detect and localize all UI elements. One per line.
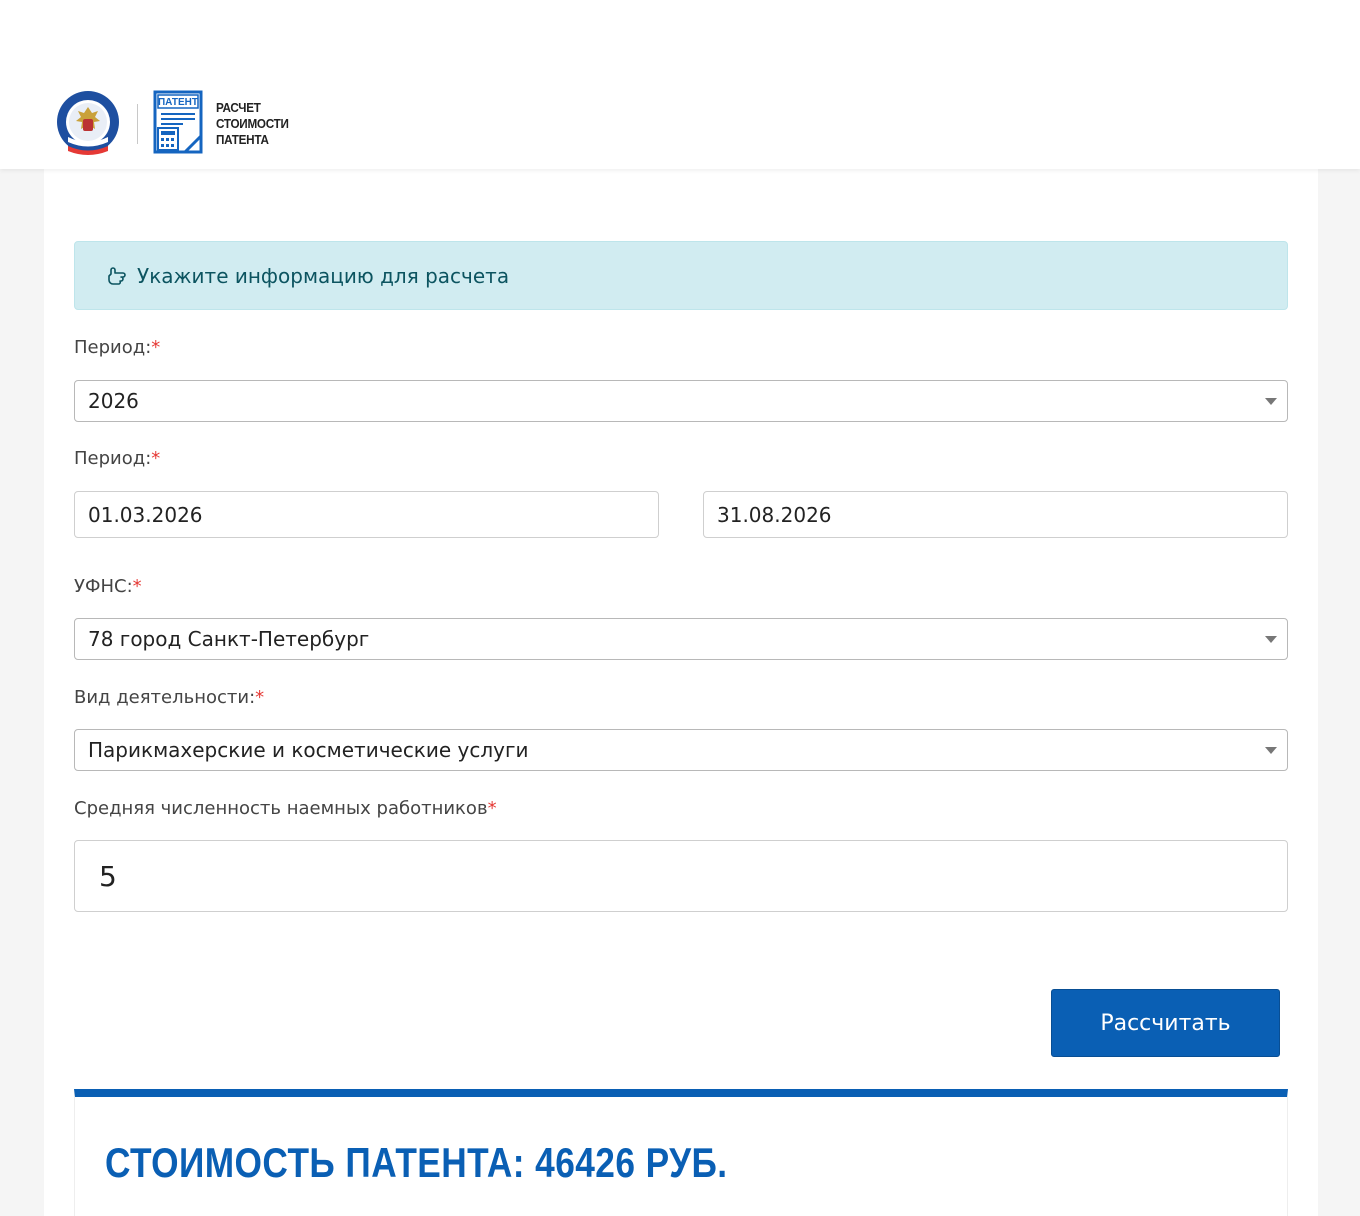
logo-line-3: ПАТЕНТА: [216, 132, 289, 148]
patent-document-icon: ПАТЕНТ: [153, 90, 205, 156]
required-mark: *: [255, 687, 264, 708]
ufns-select[interactable]: 78 город Санкт-Петербург: [74, 618, 1288, 660]
fns-emblem-icon[interactable]: [56, 89, 120, 157]
year-select-value: 2026: [88, 389, 139, 413]
required-mark: *: [133, 576, 142, 597]
required-mark: *: [151, 337, 160, 358]
alert-text: Укажите информацию для расчета: [137, 264, 509, 288]
hand-pointing-icon: [105, 264, 129, 288]
date-from-input[interactable]: 01.03.2026: [74, 491, 659, 538]
ufns-select-value: 78 город Санкт-Петербург: [88, 627, 369, 651]
year-select[interactable]: 2026: [74, 380, 1288, 422]
patent-cost-title: СТОИМОСТЬ ПАТЕНТА: 46426 РУБ.: [105, 1139, 727, 1187]
employees-input[interactable]: 5: [74, 840, 1288, 912]
logo-line-2: СТОИМОСТИ: [216, 116, 289, 132]
date-from-value: 01.03.2026: [88, 503, 203, 527]
logo-line-1: РАСЧЕТ: [216, 100, 289, 116]
logo-divider: [137, 104, 138, 144]
chevron-down-icon: [1265, 747, 1277, 754]
calculate-button[interactable]: Рассчитать: [1051, 989, 1280, 1057]
required-mark: *: [488, 798, 497, 819]
result-panel: СТОИМОСТЬ ПАТЕНТА: 46426 РУБ.: [74, 1089, 1288, 1216]
date-to-input[interactable]: 31.08.2026: [703, 491, 1288, 538]
activity-select[interactable]: Парикмахерские и косметические услуги: [74, 729, 1288, 771]
activity-select-value: Парикмахерские и косметические услуги: [88, 738, 529, 762]
employees-label: Средняя численность наемных работников*: [74, 798, 497, 819]
date-to-value: 31.08.2026: [717, 503, 832, 527]
calculator-card: Укажите информацию для расчета Период:* …: [44, 169, 1318, 1216]
chevron-down-icon: [1265, 398, 1277, 405]
required-mark: *: [151, 448, 160, 469]
ufns-label: УФНС:*: [74, 576, 142, 597]
info-alert: Укажите информацию для расчета: [74, 241, 1288, 310]
site-logo-text[interactable]: РАСЧЕТ СТОИМОСТИ ПАТЕНТА: [216, 100, 289, 148]
site-header: ПАТЕНТ РАСЧЕТ СТОИМОСТИ ПАТЕНТА: [0, 0, 1360, 169]
patent-icon-label: ПАТЕНТ: [158, 97, 198, 108]
activity-label: Вид деятельности:*: [74, 687, 264, 708]
year-label: Период:*: [74, 337, 160, 358]
chevron-down-icon: [1265, 636, 1277, 643]
period-label: Период:*: [74, 448, 160, 469]
employees-value: 5: [99, 860, 117, 893]
